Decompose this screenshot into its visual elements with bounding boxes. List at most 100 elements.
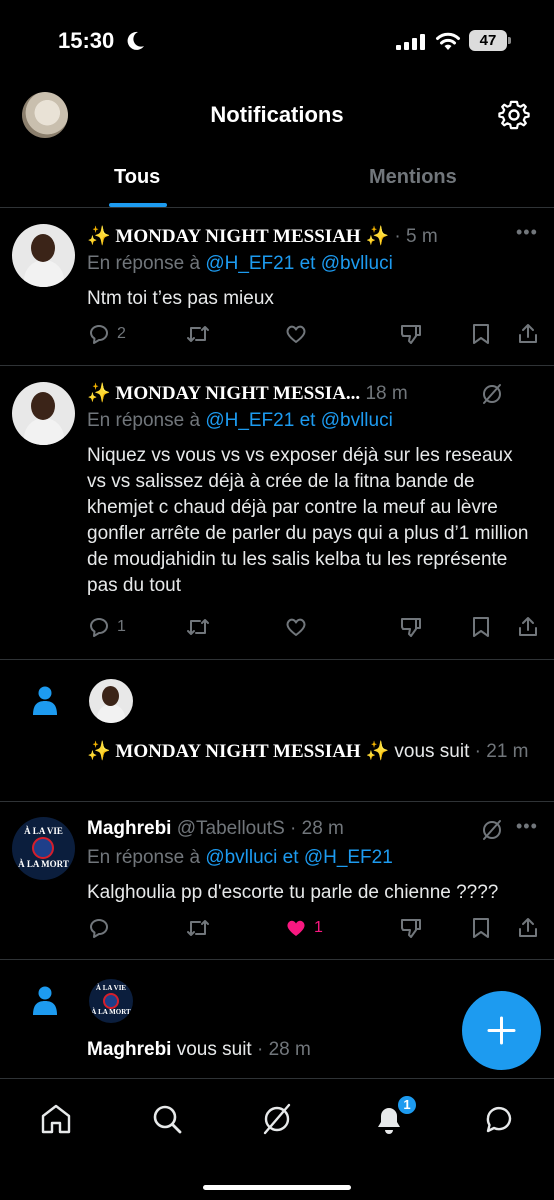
mention-link[interactable]: @bvlluci [321, 253, 393, 274]
author-line: Maghrebi @TabelloutS · 28 m [87, 818, 344, 840]
heart-icon [286, 325, 306, 343]
timestamp: · 21 m [469, 741, 529, 762]
bookmark-button[interactable] [470, 322, 492, 346]
thumbs-down-icon [401, 618, 421, 637]
battery-indicator: 47 [469, 30, 511, 51]
tab-all[interactable]: Tous [114, 166, 160, 189]
dislike-button[interactable] [399, 615, 423, 639]
tab-mentions[interactable]: Mentions [369, 166, 457, 189]
share-icon [519, 324, 537, 343]
notification-item[interactable]: ✨ MONDAY NIGHT MESSIAH ✨ vous suit · 21 … [0, 660, 554, 802]
bookmark-icon [473, 324, 489, 344]
retweet-button[interactable] [185, 916, 211, 940]
mention-link[interactable]: @bvlluci [205, 847, 277, 868]
reply-count: 2 [117, 325, 126, 342]
display-name[interactable]: Maghrebi [87, 818, 171, 839]
person-icon [33, 686, 57, 715]
thumbs-down-icon [401, 919, 421, 938]
retweet-button[interactable] [185, 615, 211, 639]
reply-icon [90, 325, 108, 344]
reply-button[interactable] [87, 916, 111, 940]
avatar[interactable] [12, 382, 75, 445]
share-button[interactable] [516, 916, 540, 940]
wifi-icon [436, 32, 460, 50]
tweet-text: Ntm toi t’es pas mieux [87, 288, 274, 309]
like-button[interactable] [284, 322, 308, 346]
grok-icon[interactable] [481, 819, 503, 841]
tweet-actions: 1 [87, 615, 537, 641]
compose-button[interactable] [462, 991, 541, 1070]
reply-icon [90, 618, 108, 637]
handle[interactable]: @TabelloutS [171, 818, 285, 839]
timestamp: · 28 m [251, 1039, 311, 1060]
avatar[interactable] [89, 679, 133, 723]
mention-link[interactable]: @H_EF21 [205, 410, 294, 431]
reply-context: En réponse à @H_EF21 et @bvlluci [87, 410, 393, 431]
retweet-icon [187, 920, 209, 936]
tweet-actions: 2 [87, 322, 537, 348]
more-options-icon[interactable]: ••• [516, 816, 538, 837]
search-icon[interactable] [150, 1102, 184, 1136]
mention-link[interactable]: @H_EF21 [205, 253, 294, 274]
retweet-icon [187, 326, 209, 342]
reply-icon [90, 919, 108, 938]
avatar[interactable] [12, 224, 75, 287]
share-button[interactable] [516, 322, 540, 346]
status-bar: 15:30 47 [0, 0, 554, 80]
share-icon [519, 617, 537, 636]
author-line: ✨ MONDAY NIGHT MESSIA... 18 m [87, 381, 408, 405]
heart-filled-icon [287, 920, 305, 936]
avatar[interactable]: À LA VIE À LA MORT [12, 817, 75, 880]
like-button[interactable] [284, 615, 308, 639]
home-icon[interactable] [39, 1102, 73, 1136]
plus-icon [487, 1016, 516, 1045]
follow-text: ✨ MONDAY NIGHT MESSIAH ✨ vous suit · 21 … [87, 741, 529, 762]
dislike-button[interactable] [399, 916, 423, 940]
tweet-text: Niquez vs vous vs vs exposer déjà sur le… [87, 445, 529, 596]
more-options-icon[interactable]: ••• [516, 222, 538, 243]
notification-item[interactable]: ✨ MONDAY NIGHT MESSIAH ✨ · 5 m ••• En ré… [0, 209, 554, 366]
person-icon [33, 986, 57, 1015]
timestamp: · 28 m [284, 818, 344, 839]
notification-tabs: Tous Mentions [0, 150, 554, 208]
grok-icon[interactable] [481, 383, 503, 405]
active-tab-indicator [109, 203, 167, 207]
reply-button[interactable]: 2 [87, 322, 126, 346]
reply-count: 1 [117, 618, 126, 635]
timestamp: · 5 m [389, 226, 438, 247]
header: Notifications [0, 80, 554, 150]
display-name[interactable]: ✨ MONDAY NIGHT MESSIAH ✨ [87, 226, 389, 247]
retweet-button[interactable] [185, 322, 211, 346]
bookmark-button[interactable] [470, 916, 492, 940]
share-icon [519, 918, 537, 937]
share-button[interactable] [516, 615, 540, 639]
gear-icon[interactable] [498, 99, 530, 131]
bottom-nav [0, 1078, 554, 1200]
notification-item[interactable]: ✨ MONDAY NIGHT MESSIA... 18 m En réponse… [0, 366, 554, 660]
author-line: ✨ MONDAY NIGHT MESSIAH ✨ · 5 m [87, 224, 438, 248]
grok-icon[interactable] [260, 1102, 294, 1136]
notification-item[interactable]: À LA VIE À LA MORT Maghrebi @TabelloutS … [0, 802, 554, 960]
moon-icon [127, 31, 144, 50]
tweet-text: Kalghoulia pp d'escorte tu parle de chie… [87, 882, 499, 903]
signal-icon [396, 34, 425, 50]
mention-link[interactable]: @H_EF21 [304, 847, 393, 868]
avatar[interactable]: À LA VIE À LA MORT [89, 979, 133, 1023]
notification-badge: 1 [396, 1094, 418, 1116]
mention-link[interactable]: @bvlluci [321, 410, 393, 431]
timestamp: 18 m [360, 383, 408, 404]
like-count: 1 [314, 919, 323, 936]
messages-icon[interactable] [482, 1102, 516, 1136]
display-name[interactable]: ✨ MONDAY NIGHT MESSIA... [87, 383, 360, 404]
dislike-button[interactable] [399, 322, 423, 346]
page-title: Notifications [210, 102, 344, 127]
display-name[interactable]: ✨ MONDAY NIGHT MESSIAH ✨ [87, 741, 389, 762]
display-name[interactable]: Maghrebi [87, 1039, 171, 1060]
heart-icon [286, 618, 306, 636]
bookmark-icon [473, 918, 489, 938]
reply-button[interactable]: 1 [87, 615, 126, 639]
bookmark-button[interactable] [470, 615, 492, 639]
status-time: 15:30 [58, 28, 115, 53]
like-button[interactable]: 1 [284, 916, 323, 940]
tweet-actions: 1 [87, 916, 537, 942]
